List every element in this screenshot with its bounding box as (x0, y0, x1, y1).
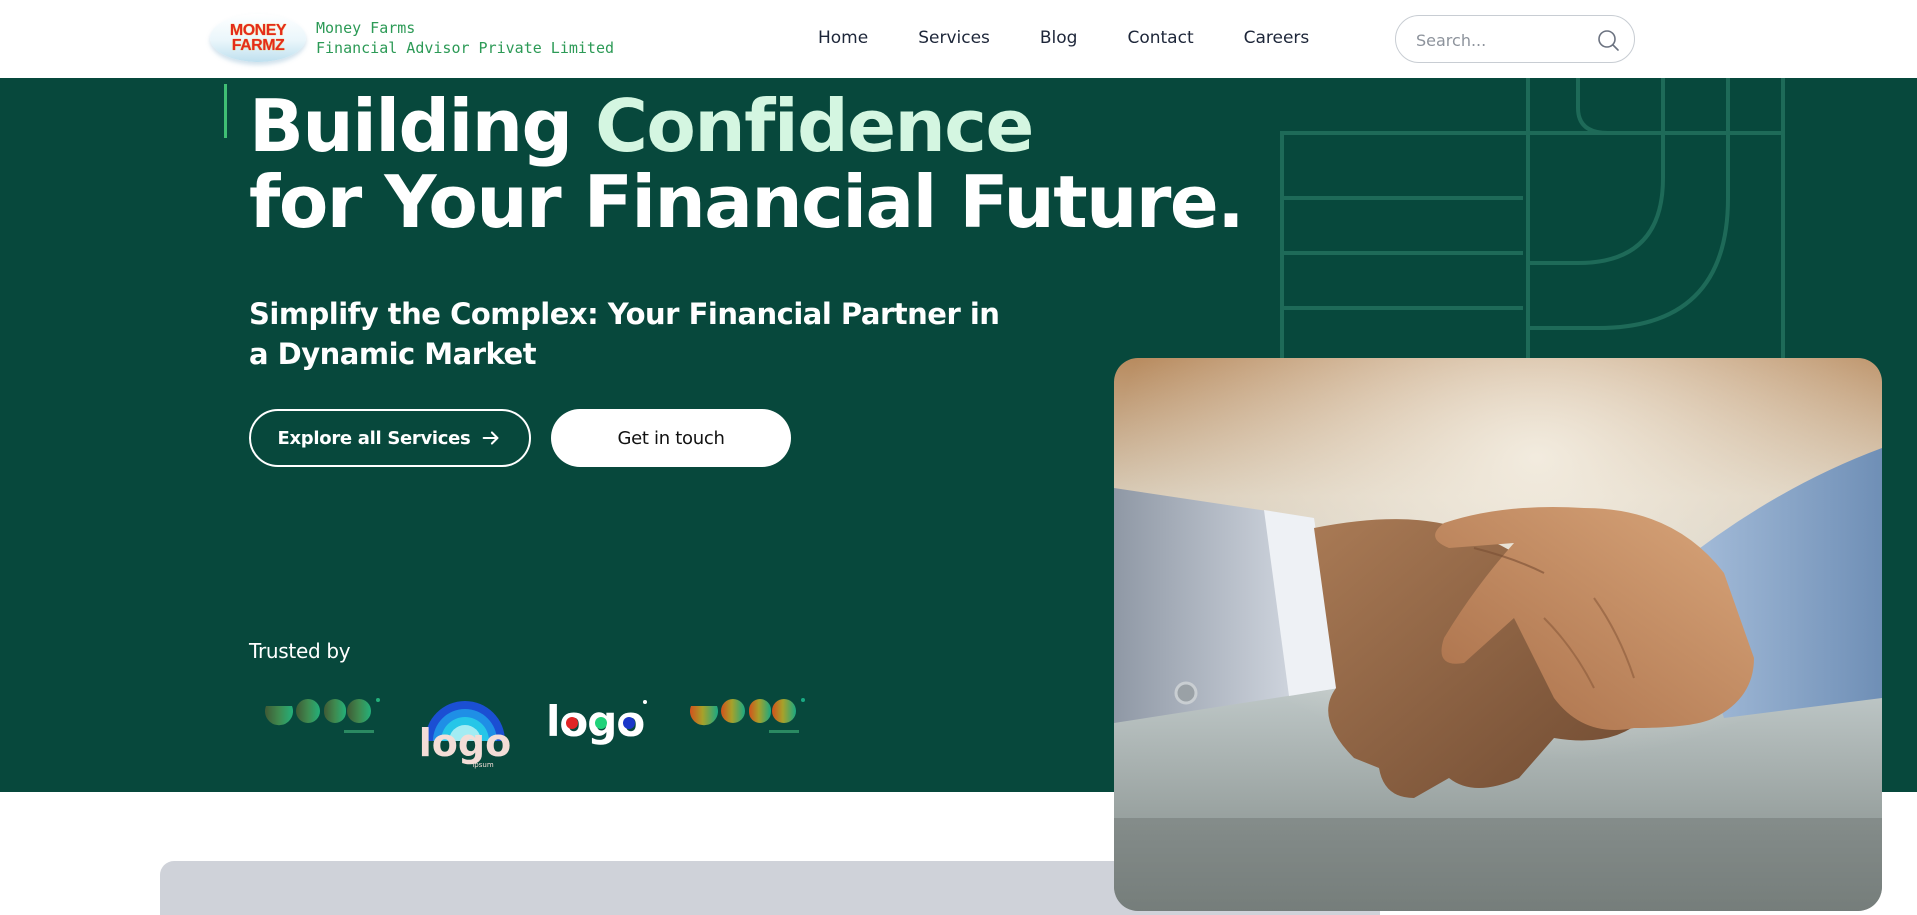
money-farmz-logo[interactable]: MONEY FARMZ (210, 14, 306, 62)
handshake-photo (1114, 358, 1882, 911)
partner-logo-2-subtext: ipsum (472, 761, 493, 769)
hero-title-line2: for Your Financial Future. (249, 160, 1245, 244)
handshake-illustration (1114, 358, 1882, 911)
site-header: MONEY FARMZ Money Farms Financial Adviso… (0, 0, 1917, 78)
brand[interactable]: MONEY FARMZ Money Farms Financial Adviso… (210, 14, 614, 62)
nav-blog[interactable]: Blog (1040, 28, 1078, 48)
nav-contact[interactable]: Contact (1127, 28, 1193, 48)
logo-line-2: FARMZ (231, 37, 285, 54)
hero-title-highlight: Confidence (595, 84, 1034, 168)
hero-subtitle: Simplify the Complex: Your Financial Par… (249, 297, 1000, 371)
hero-title-part1: Building (249, 84, 573, 168)
partner-logo-1-icon (265, 698, 380, 733)
get-in-touch-button[interactable]: Get in touch (551, 409, 791, 467)
search-input[interactable] (1416, 28, 1586, 52)
nav-home[interactable]: Home (818, 28, 868, 48)
partner-logo-3-icon: logo (546, 697, 647, 746)
trusted-by-label: Trusted by (249, 639, 351, 663)
nav-careers[interactable]: Careers (1244, 28, 1310, 48)
logo-line-1: MONEY (229, 22, 287, 39)
partner-logo-4-icon (690, 698, 805, 733)
search-box[interactable] (1395, 15, 1635, 63)
explore-services-label: Explore all Services (277, 427, 471, 449)
explore-services-button[interactable]: Explore all Services (249, 409, 531, 467)
hero-title: Building Confidence for Your Financial F… (249, 88, 1245, 240)
partner-logo-2-icon: logo ipsum (419, 701, 511, 769)
title-accent-bar (224, 84, 227, 138)
decorative-grid-pattern (1280, 78, 1785, 358)
arrow-right-icon (483, 431, 499, 445)
brand-text: Money Farms Financial Advisor Private Li… (316, 18, 614, 58)
nav-services[interactable]: Services (918, 28, 990, 48)
partner-logo-2-text: logo (419, 721, 511, 765)
main-nav: Home Services Blog Contact Careers (818, 28, 1359, 48)
search-icon[interactable] (1596, 28, 1620, 52)
brand-tagline: Financial Advisor Private Limited (316, 39, 615, 57)
partner-logos: logo ipsum logo (262, 696, 842, 771)
brand-name: Money Farms (316, 19, 416, 37)
